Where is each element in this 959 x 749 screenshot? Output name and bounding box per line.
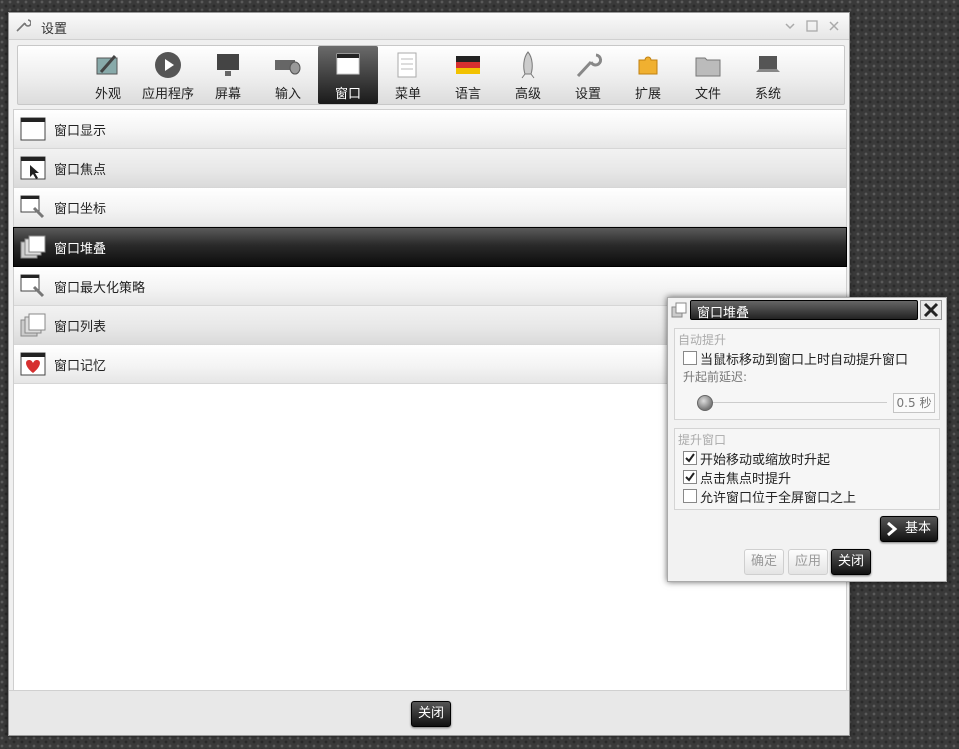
window-focus-icon <box>20 156 46 180</box>
toolbar-item-extensions[interactable]: 扩展 <box>618 46 678 104</box>
toolbar-item-system[interactable]: 系统 <box>738 46 798 104</box>
applications-icon <box>155 52 181 78</box>
window-stacking-icon <box>20 235 46 259</box>
raise-on-focus-checkbox[interactable] <box>683 470 697 484</box>
checkmark-icon <box>685 453 695 463</box>
dialog-close-icon[interactable] <box>920 300 942 320</box>
window-maximize-icon <box>20 274 45 298</box>
puzzle-icon <box>638 56 658 75</box>
toolbar-item-applications[interactable]: 应用程序 <box>138 46 198 104</box>
basic-button[interactable]: 基本 <box>880 516 939 542</box>
list-item-window-geometry[interactable]: 窗口坐标 <box>14 188 846 227</box>
heart-icon <box>20 352 46 376</box>
window-stacking-icon <box>671 302 687 318</box>
rocket-icon <box>521 51 535 79</box>
bottom-bar: 关闭 <box>9 690 849 735</box>
maximize-icon[interactable] <box>805 19 819 33</box>
raise-window-group: 提升窗口 开始移动或缩放时升起 点击焦点时提升 允许窗口位于全屏窗口之上 <box>674 428 940 510</box>
folder-icon <box>695 57 721 77</box>
checkmark-icon <box>685 472 695 482</box>
title-bar[interactable]: 设置 <box>9 13 849 40</box>
toolbar-item-language[interactable]: 语言 <box>438 46 498 104</box>
list-item-window-focus[interactable]: 窗口焦点 <box>14 149 846 188</box>
appearance-icon <box>96 55 118 75</box>
toolbar-item-menu[interactable]: 菜单 <box>378 46 438 104</box>
above-fullscreen-checkbox[interactable] <box>683 489 697 503</box>
language-icon <box>456 56 480 74</box>
toolbar-item-window[interactable]: 窗口 <box>318 46 378 104</box>
window-list-icon <box>20 313 46 337</box>
delay-value-field[interactable]: 0.5 秒 <box>893 393 935 413</box>
raise-window-group-title: 提升窗口 <box>678 433 727 447</box>
category-toolbar: 外观 应用程序 屏幕 输入 窗口 菜单 语言 高级 设置 扩展 文件 系统 <box>17 45 845 105</box>
toolbar-item-files[interactable]: 文件 <box>678 46 738 104</box>
minimize-icon[interactable] <box>783 19 797 33</box>
dialog-title-bar[interactable]: 窗口堆叠 <box>690 300 918 321</box>
wrench-icon <box>576 53 603 78</box>
window-title: 设置 <box>41 22 68 37</box>
toolbar-item-input[interactable]: 输入 <box>258 46 318 104</box>
wrench-icon <box>16 19 31 32</box>
dialog-close-button[interactable]: 关闭 <box>831 549 872 575</box>
list-item-window-stacking[interactable]: 窗口堆叠 <box>13 227 847 267</box>
ok-button[interactable]: 确定 <box>744 549 785 575</box>
window-icon <box>336 53 360 75</box>
delay-slider-handle[interactable] <box>697 395 713 411</box>
raise-on-hover-checkbox[interactable] <box>683 351 697 365</box>
toolbar-item-advanced[interactable]: 高级 <box>498 46 558 104</box>
list-item-window-display[interactable]: 窗口显示 <box>14 110 846 149</box>
window-stacking-dialog: 窗口堆叠 自动提升 当鼠标移动到窗口上时自动提升窗口 升起前延迟: 0.5 秒 … <box>667 297 947 582</box>
apply-button[interactable]: 应用 <box>788 549 829 575</box>
toolbar-item-appearance[interactable]: 外观 <box>78 46 138 104</box>
dialog-title: 窗口堆叠 <box>697 306 750 321</box>
auto-raise-group: 自动提升 当鼠标移动到窗口上时自动提升窗口 升起前延迟: 0.5 秒 <box>674 328 940 420</box>
input-icon <box>275 60 301 75</box>
toolbar-item-settings[interactable]: 设置 <box>558 46 618 104</box>
chevron-right-icon <box>887 522 898 536</box>
toolbar-item-screen[interactable]: 屏幕 <box>198 46 258 104</box>
window-display-icon <box>20 117 46 141</box>
close-icon[interactable] <box>827 19 841 33</box>
delay-slider-track[interactable] <box>699 402 887 403</box>
laptop-icon <box>756 56 780 72</box>
window-geometry-icon <box>20 195 45 219</box>
raise-on-move-checkbox[interactable] <box>683 451 697 465</box>
delay-label: 升起前延迟: <box>683 370 748 384</box>
screen-icon <box>217 54 239 76</box>
close-button[interactable]: 关闭 <box>411 701 452 727</box>
auto-raise-group-title: 自动提升 <box>678 333 727 347</box>
menu-icon <box>397 52 417 78</box>
